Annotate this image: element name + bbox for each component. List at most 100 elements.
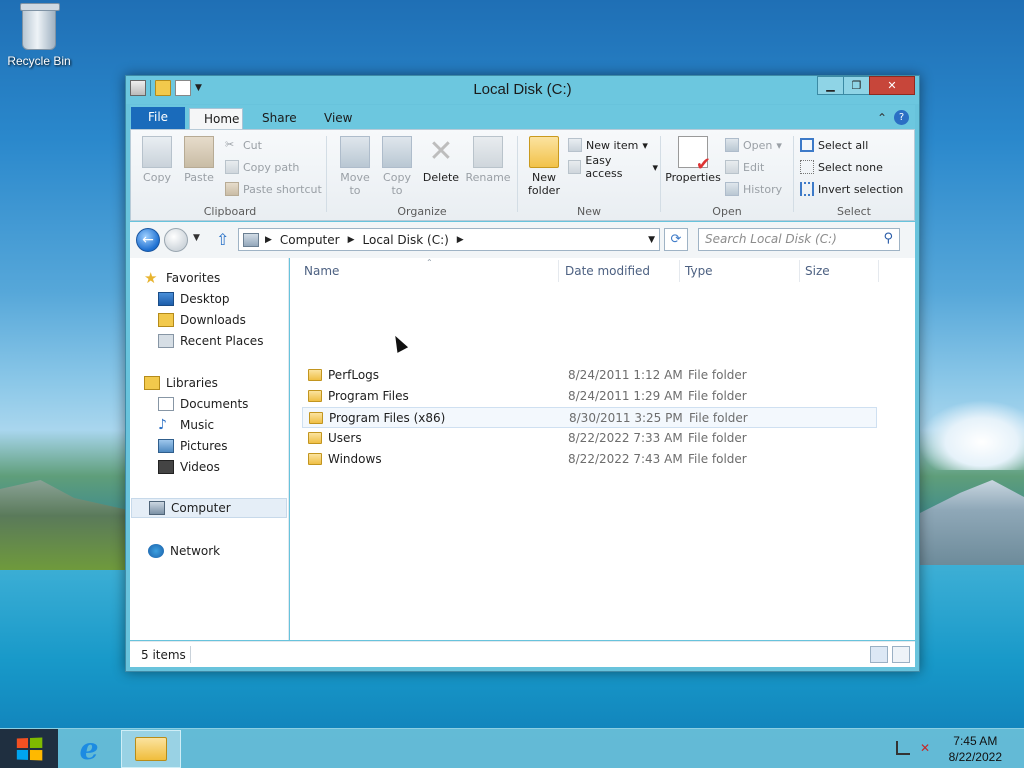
search-placeholder: Search Local Disk (C:) (705, 232, 837, 246)
help-icon[interactable]: ? (894, 110, 909, 125)
file-date: 8/24/2011 1:29 AM (568, 389, 683, 403)
new-item-button[interactable]: New item ▾ (568, 136, 648, 154)
folder-icon (308, 432, 322, 444)
collapse-ribbon-icon[interactable]: ⌃ (877, 111, 887, 125)
address-dropdown-icon[interactable]: ▼ (648, 235, 655, 245)
column-divider[interactable] (878, 260, 879, 282)
nav-music[interactable]: ♪ Music (158, 415, 214, 435)
table-row[interactable]: Program Files 8/24/2011 1:29 AM File fol… (302, 386, 877, 407)
column-divider[interactable] (679, 260, 680, 282)
copy-to-button[interactable]: Copy to (377, 134, 417, 197)
ribbon-divider (517, 136, 518, 212)
group-open: Properties Open ▾ Edit History Open (663, 132, 791, 218)
column-header-type[interactable]: Type (685, 264, 713, 278)
nav-favorites[interactable]: ★ Favorites (144, 268, 220, 288)
nav-documents[interactable]: Documents (158, 394, 248, 414)
back-button[interactable]: ← (136, 228, 160, 252)
organize-group-label: Organize (397, 205, 447, 218)
details-view-icon[interactable] (870, 646, 888, 663)
nav-libraries[interactable]: Libraries (144, 373, 218, 393)
nav-pictures[interactable]: Pictures (158, 436, 228, 456)
select-all-button[interactable]: Select all (800, 136, 868, 154)
copy-button[interactable]: Copy (137, 134, 177, 184)
table-row[interactable]: Windows 8/22/2022 7:43 AM File folder (302, 449, 877, 470)
breadcrumb-computer[interactable]: Computer (280, 233, 340, 247)
cut-button[interactable]: ✂ Cut (225, 136, 262, 154)
item-count: 5 items (141, 648, 186, 662)
history-button[interactable]: History (725, 180, 782, 198)
libraries-icon (144, 376, 160, 390)
tab-home[interactable]: Home (189, 108, 243, 129)
breadcrumb-arrow-icon[interactable]: ▶ (457, 235, 464, 245)
paste-button[interactable]: Paste (179, 134, 219, 184)
table-row[interactable]: PerfLogs 8/24/2011 1:12 AM File folder (302, 365, 877, 386)
network-globe-icon (148, 544, 164, 558)
breadcrumb-arrow-icon[interactable]: ▶ (265, 235, 272, 245)
close-button[interactable]: ✕ (869, 76, 915, 95)
title-bar[interactable]: ▼ Local Disk (C:) ▁ ❐ ✕ (126, 76, 919, 104)
nav-downloads[interactable]: Downloads (158, 310, 246, 330)
search-input[interactable]: Search Local Disk (C:) ⚲ (698, 228, 900, 251)
nav-desktop-label: Desktop (180, 292, 230, 306)
ribbon-divider (326, 136, 327, 212)
properties-button[interactable]: Properties (665, 134, 721, 184)
recent-locations-dropdown-icon[interactable]: ▼ (193, 233, 200, 243)
maximize-button[interactable]: ❐ (843, 76, 870, 95)
start-button[interactable] (0, 729, 58, 768)
nav-documents-label: Documents (180, 397, 249, 411)
nav-desktop[interactable]: Desktop (158, 289, 230, 309)
select-none-button[interactable]: Select none (800, 158, 883, 176)
easy-access-button[interactable]: Easy access ▾ (568, 154, 658, 180)
nav-videos[interactable]: Videos (158, 457, 220, 477)
tab-view[interactable]: View (310, 108, 366, 129)
nav-computer-label: Computer (171, 501, 231, 515)
delete-button[interactable]: ✕ Delete (421, 134, 461, 185)
invert-selection-label: Invert selection (818, 182, 904, 196)
invert-selection-button[interactable]: Invert selection (800, 180, 903, 198)
forward-button[interactable] (164, 228, 188, 252)
move-to-button[interactable]: Move to (335, 134, 375, 197)
table-row[interactable]: Program Files (x86) 8/30/2011 3:25 PM Fi… (302, 407, 877, 428)
file-explorer-taskbar-button[interactable] (121, 730, 181, 768)
minimize-button[interactable]: ▁ (817, 76, 844, 95)
nav-network[interactable]: Network (148, 541, 220, 561)
group-select: Select all Select none Invert selection … (796, 132, 912, 218)
column-divider[interactable] (558, 260, 559, 282)
breadcrumb-arrow-icon[interactable]: ▶ (348, 235, 355, 245)
recycle-bin-shortcut[interactable]: Recycle Bin (4, 3, 74, 68)
column-divider[interactable] (799, 260, 800, 282)
large-icons-view-icon[interactable] (892, 646, 910, 663)
table-row[interactable]: Users 8/22/2022 7:33 AM File folder (302, 428, 877, 449)
file-name: Program Files (328, 389, 409, 403)
status-bar: 5 items (130, 641, 915, 667)
up-arrow-icon[interactable]: ⇧ (216, 230, 229, 249)
easy-access-dropdown-icon: ▾ (652, 160, 658, 174)
column-header-size[interactable]: Size (805, 264, 830, 278)
search-icon[interactable]: ⚲ (883, 231, 893, 246)
refresh-button[interactable]: ⟳ (664, 228, 688, 251)
nav-favorites-label: Favorites (166, 271, 221, 285)
taskbar-clock[interactable]: 7:45 AM 8/22/2022 (949, 733, 1002, 765)
tab-file[interactable]: File (131, 107, 185, 129)
rename-icon (473, 136, 503, 168)
nav-computer[interactable]: Computer (131, 498, 287, 518)
new-folder-button[interactable]: New folder (524, 134, 564, 197)
column-header-name[interactable]: Name (304, 264, 339, 278)
easy-access-icon (568, 160, 582, 174)
rename-label: Rename (465, 171, 511, 184)
address-bar[interactable]: ▶ Computer ▶ Local Disk (C:) ▶ ▼ (238, 228, 660, 251)
column-header-date-modified[interactable]: Date modified (565, 264, 650, 278)
group-new: New folder New item ▾ Easy access ▾ New (520, 132, 658, 218)
breadcrumb-local-disk[interactable]: Local Disk (C:) (363, 233, 449, 247)
status-divider (190, 646, 191, 663)
paste-shortcut-button[interactable]: Paste shortcut (225, 180, 322, 198)
tab-share[interactable]: Share (248, 108, 311, 129)
network-status-icon[interactable] (896, 741, 910, 755)
nav-recent-places[interactable]: Recent Places (158, 331, 263, 351)
copy-path-button[interactable]: Copy path (225, 158, 299, 176)
rename-button[interactable]: Rename (465, 134, 511, 184)
edit-button[interactable]: Edit (725, 158, 764, 176)
volume-muted-icon[interactable]: ✕ (920, 741, 934, 755)
open-button[interactable]: Open ▾ (725, 136, 782, 154)
internet-explorer-taskbar-button[interactable]: e (64, 732, 114, 767)
